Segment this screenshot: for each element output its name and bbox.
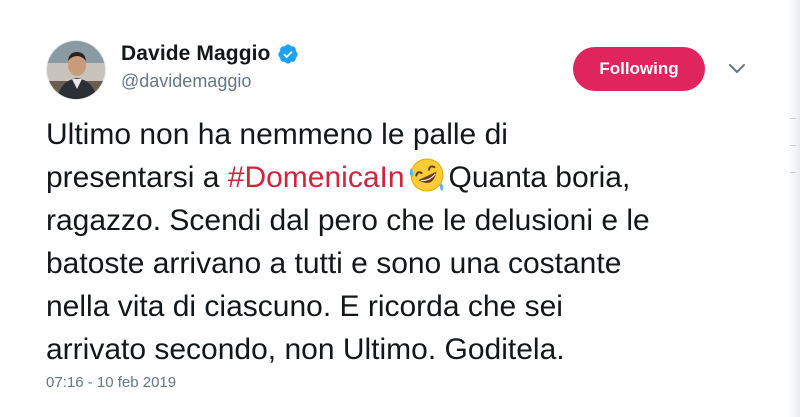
tweet-line: Quanta boria, (448, 161, 631, 194)
tweet-timestamp[interactable]: 07:16 - 10 feb 2019 (46, 374, 176, 391)
verified-badge-icon (277, 43, 299, 65)
display-name[interactable]: Davide Maggio (121, 42, 271, 66)
chevron-down-icon[interactable] (728, 62, 746, 74)
author-block: Davide Maggio @davidemaggio (121, 40, 299, 92)
hashtag-link[interactable]: #DomenicaIn (228, 161, 405, 194)
following-button[interactable]: Following (573, 47, 705, 91)
tweet-line: Ultimo non ha nemmeno le palle di (46, 118, 508, 151)
tweet-line: arrivato secondo, non Ultimo. Goditela. (46, 333, 565, 366)
tweet-line: batoste arrivano a tutti e sono una cost… (46, 247, 622, 280)
name-row: Davide Maggio (121, 40, 299, 68)
rolling-on-floor-laughing-icon (408, 156, 446, 194)
user-handle[interactable]: @davidemaggio (121, 71, 299, 92)
page-edge (788, 0, 800, 417)
tweet-line: ragazzo. Scendi dal pero che le delusion… (46, 204, 650, 237)
avatar[interactable] (46, 40, 106, 100)
tweet-line: nella vita di ciascuno. E ricorda che se… (46, 290, 563, 323)
tweet-card: Davide Maggio @davidemaggio Following Ul… (0, 0, 800, 417)
tweet-text: Ultimo non ha nemmeno le palle di presen… (46, 113, 746, 371)
tweet-line: presentarsi a (46, 161, 228, 194)
